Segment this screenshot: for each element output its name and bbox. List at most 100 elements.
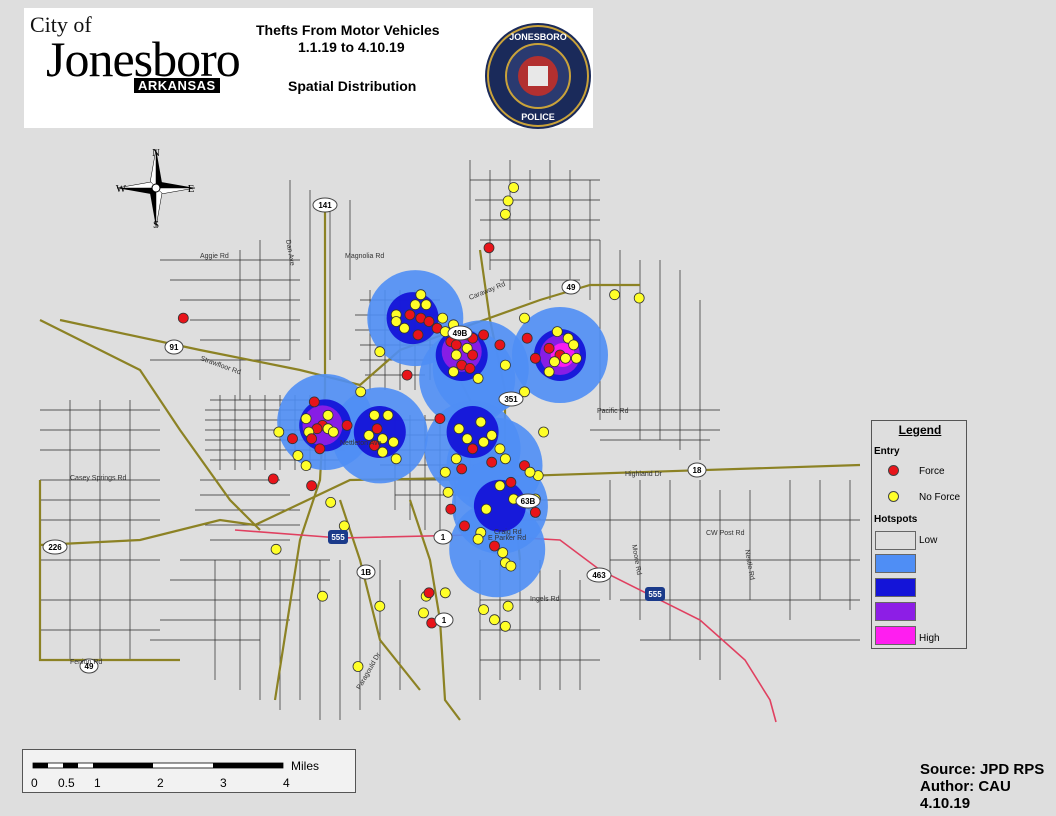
incident-point-no-force[interactable] — [478, 604, 490, 615]
incident-point-force[interactable] — [423, 587, 435, 599]
incident-point-no-force[interactable] — [377, 446, 389, 458]
incident-point-no-force[interactable] — [609, 289, 620, 301]
incident-point-no-force[interactable] — [439, 587, 451, 599]
incident-point-no-force[interactable] — [363, 429, 375, 441]
incident-point-no-force[interactable] — [480, 503, 492, 515]
incident-point-no-force[interactable] — [325, 496, 337, 508]
incident-point-no-force[interactable] — [489, 614, 500, 626]
incident-point-force[interactable] — [404, 309, 416, 321]
incident-point-no-force[interactable] — [519, 312, 530, 324]
incident-point-no-force[interactable] — [508, 182, 519, 193]
incident-point-no-force[interactable] — [472, 372, 484, 384]
incident-point-no-force[interactable] — [549, 356, 560, 368]
incident-point-no-force[interactable] — [352, 661, 364, 672]
incident-point-no-force[interactable] — [524, 466, 536, 478]
incident-point-force[interactable] — [423, 316, 435, 327]
incident-point-no-force[interactable] — [409, 299, 421, 311]
incident-point-force[interactable] — [543, 342, 555, 354]
scale-tick: 3 — [220, 776, 227, 790]
incident-point-no-force[interactable] — [390, 316, 402, 327]
incident-point-force[interactable] — [467, 443, 479, 455]
incident-point-force[interactable] — [521, 332, 533, 344]
incident-point-no-force[interactable] — [453, 423, 465, 435]
incident-point-no-force[interactable] — [338, 520, 350, 532]
incident-point-force[interactable] — [306, 480, 318, 492]
incident-point-force[interactable] — [489, 540, 500, 552]
incident-point-no-force[interactable] — [538, 426, 549, 438]
incident-point-force[interactable] — [412, 329, 424, 341]
incident-point-no-force[interactable] — [292, 450, 304, 461]
incident-point-force[interactable] — [459, 520, 470, 532]
incident-point-no-force[interactable] — [442, 486, 454, 498]
incident-point-no-force[interactable] — [322, 409, 334, 421]
incident-point-no-force[interactable] — [418, 607, 429, 619]
incident-point-force[interactable] — [434, 413, 446, 425]
incident-point-no-force[interactable] — [300, 460, 312, 472]
incident-point-no-force[interactable] — [502, 600, 514, 612]
incident-point-no-force[interactable] — [499, 208, 511, 220]
route-shield: 49B — [447, 325, 473, 341]
incident-point-force[interactable] — [450, 339, 462, 351]
highway-226 — [39, 518, 256, 547]
incident-point-no-force[interactable] — [450, 453, 462, 465]
incident-point-force[interactable] — [478, 329, 490, 341]
incident-point-force[interactable] — [456, 463, 468, 475]
incident-point-force[interactable] — [314, 443, 326, 455]
incident-point-no-force[interactable] — [437, 312, 449, 324]
incident-point-force[interactable] — [306, 433, 318, 445]
incident-point-force[interactable] — [341, 419, 353, 431]
incident-point-force[interactable] — [308, 396, 320, 408]
incident-point-force[interactable] — [505, 476, 517, 488]
incident-point-no-force[interactable] — [300, 413, 312, 425]
incident-point-no-force[interactable] — [439, 466, 451, 478]
incident-point-no-force[interactable] — [448, 366, 459, 378]
incident-point-no-force[interactable] — [475, 416, 487, 428]
incident-point-no-force[interactable] — [478, 436, 490, 448]
incident-point-no-force[interactable] — [499, 620, 511, 632]
incident-point-no-force[interactable] — [472, 533, 484, 545]
incident-point-no-force[interactable] — [497, 547, 509, 558]
incident-point-no-force[interactable] — [502, 195, 514, 207]
incident-point-no-force[interactable] — [568, 339, 579, 351]
incident-point-no-force[interactable] — [560, 352, 571, 364]
incident-point-force[interactable] — [494, 339, 506, 351]
incident-point-no-force[interactable] — [374, 346, 386, 358]
incident-point-no-force[interactable] — [390, 453, 402, 465]
incident-point-force[interactable] — [530, 352, 541, 364]
incident-point-no-force[interactable] — [543, 366, 555, 378]
incident-point-no-force[interactable] — [633, 292, 645, 304]
incident-point-no-force[interactable] — [355, 386, 367, 398]
incident-point-no-force[interactable] — [571, 352, 582, 364]
incident-point-no-force[interactable] — [461, 433, 473, 445]
incident-point-force[interactable] — [530, 507, 541, 518]
incident-point-force[interactable] — [467, 349, 479, 361]
incident-point-no-force[interactable] — [327, 426, 339, 438]
incident-point-no-force[interactable] — [317, 590, 328, 602]
incident-point-no-force[interactable] — [388, 436, 399, 448]
incident-point-no-force[interactable] — [368, 409, 380, 421]
incident-point-no-force[interactable] — [415, 289, 427, 301]
incident-point-no-force[interactable] — [499, 453, 511, 465]
incident-point-force[interactable] — [287, 433, 298, 445]
incident-point-no-force[interactable] — [505, 560, 517, 572]
incident-point-no-force[interactable] — [382, 409, 394, 421]
incident-point-force[interactable] — [464, 362, 476, 374]
incident-point-no-force[interactable] — [494, 480, 506, 492]
incident-point-no-force[interactable] — [486, 429, 498, 441]
incident-point-no-force[interactable] — [450, 349, 462, 361]
incident-point-no-force[interactable] — [374, 600, 386, 612]
incident-point-force[interactable] — [486, 456, 498, 468]
incident-point-no-force[interactable] — [273, 426, 285, 438]
incident-point-force[interactable] — [177, 312, 189, 324]
incident-point-no-force[interactable] — [420, 299, 432, 311]
incident-point-no-force[interactable] — [494, 443, 506, 455]
incident-point-force[interactable] — [267, 473, 279, 485]
incident-point-no-force[interactable] — [499, 359, 511, 371]
incident-point-force[interactable] — [371, 423, 383, 435]
incident-point-force[interactable] — [401, 369, 413, 381]
incident-point-force[interactable] — [445, 503, 457, 515]
incident-point-force[interactable] — [483, 242, 495, 254]
incident-point-no-force[interactable] — [270, 543, 282, 555]
incident-point-no-force[interactable] — [398, 322, 410, 334]
incident-point-no-force[interactable] — [551, 326, 563, 338]
